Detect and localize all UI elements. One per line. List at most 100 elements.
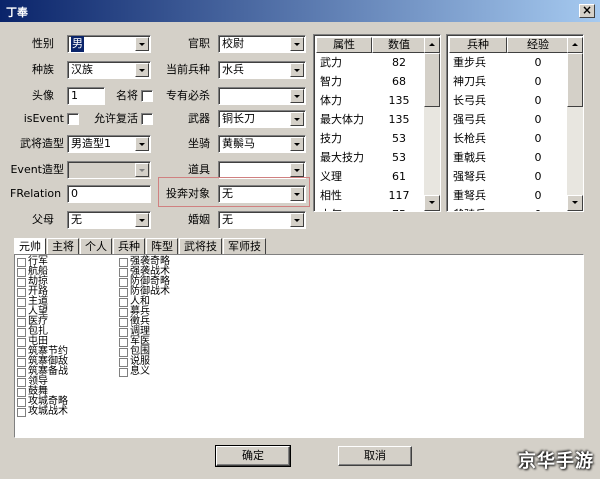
scroll-thumb[interactable] [424, 53, 440, 107]
defect-target-select[interactable]: 无 [218, 185, 306, 203]
skill-checkbox[interactable] [17, 308, 26, 317]
attributes-scrollbar[interactable] [424, 37, 440, 211]
allow-revive-checkbox[interactable] [141, 113, 153, 125]
troops-header-exp[interactable]: 经验 [507, 37, 569, 53]
avatar-input[interactable]: 1 [67, 87, 105, 105]
skill-checkbox[interactable] [17, 318, 26, 327]
skill-checkbox[interactable] [119, 298, 128, 307]
table-row[interactable]: 重弩兵 0 [449, 186, 569, 205]
troops-list[interactable]: 兵种 经验 重步兵0神刀兵0长弓兵0强弓兵0长枪兵0重戟兵0强弩兵0重弩兵0斧骑… [446, 34, 584, 212]
troops-header-name[interactable]: 兵种 [449, 37, 507, 53]
skill-checkbox[interactable] [17, 338, 26, 347]
skill-checkbox[interactable] [119, 328, 128, 337]
table-row[interactable]: 相性 117 [316, 186, 426, 205]
exclusive-kill-select[interactable] [218, 87, 306, 105]
scroll-down-icon[interactable] [424, 195, 440, 211]
close-button[interactable]: × [579, 4, 595, 18]
skill-checkbox[interactable] [119, 318, 128, 327]
tab-1[interactable]: 主将 [47, 238, 79, 255]
table-row[interactable]: 武力 82 [316, 53, 426, 72]
table-row[interactable]: 神刀兵 0 [449, 72, 569, 91]
attributes-header-value[interactable]: 数值 [372, 37, 426, 53]
marriage-select[interactable]: 无 [218, 211, 306, 229]
table-row[interactable]: 最大技力 53 [316, 148, 426, 167]
skill-checkbox[interactable] [119, 268, 128, 277]
skill-checkbox[interactable] [119, 278, 128, 287]
tab-4[interactable]: 阵型 [146, 238, 178, 255]
chevron-down-icon[interactable] [290, 89, 304, 103]
cancel-button[interactable]: 取消 [338, 446, 412, 466]
mount-value: 黄鬃马 [222, 137, 255, 150]
table-row[interactable]: 重步兵 0 [449, 53, 569, 72]
skill-item[interactable]: 息义 [119, 367, 170, 377]
skill-checkbox[interactable] [119, 308, 128, 317]
table-row[interactable]: 强弩兵 0 [449, 167, 569, 186]
table-row[interactable]: 智力 68 [316, 72, 426, 91]
chevron-down-icon[interactable] [135, 63, 149, 77]
is-event-checkbox[interactable] [67, 113, 79, 125]
skill-checkbox[interactable] [17, 268, 26, 277]
chevron-down-icon[interactable] [290, 213, 304, 227]
chevron-down-icon[interactable] [290, 187, 304, 201]
table-row[interactable]: 重戟兵 0 [449, 148, 569, 167]
chevron-down-icon[interactable] [135, 213, 149, 227]
attributes-list[interactable]: 属性 数值 武力 82 智力 68 体力 135 最大体力 135 技力 53 最大技力 53 义理 61… [313, 34, 441, 212]
table-row[interactable]: 体力 135 [316, 91, 426, 110]
skill-checkbox[interactable] [119, 338, 128, 347]
skill-checkbox[interactable] [119, 368, 128, 377]
table-row[interactable]: 长弓兵 0 [449, 91, 569, 110]
chevron-down-icon[interactable] [290, 112, 304, 126]
skill-checkbox[interactable] [17, 258, 26, 267]
frelation-input[interactable]: 0 [67, 185, 151, 203]
skill-checkbox[interactable] [17, 358, 26, 367]
named-checkbox[interactable] [141, 90, 153, 102]
skill-checkbox[interactable] [17, 388, 26, 397]
scroll-down-icon[interactable] [567, 195, 583, 211]
gender-select[interactable]: 男 [67, 35, 151, 53]
skill-item[interactable]: 攻城战术 [17, 407, 68, 417]
mount-select[interactable]: 黄鬃马 [218, 135, 306, 153]
chevron-down-icon[interactable] [290, 37, 304, 51]
skill-checkbox[interactable] [119, 348, 128, 357]
skill-checkbox[interactable] [17, 408, 26, 417]
skill-checkbox[interactable] [17, 288, 26, 297]
chevron-down-icon[interactable] [290, 63, 304, 77]
scroll-thumb[interactable] [567, 53, 583, 107]
chevron-down-icon[interactable] [290, 163, 304, 177]
chevron-down-icon[interactable] [135, 37, 149, 51]
weapon-select[interactable]: 铜长刀 [218, 110, 306, 128]
parent-select[interactable]: 无 [67, 211, 151, 229]
table-row[interactable]: 技力 53 [316, 129, 426, 148]
chevron-down-icon[interactable] [290, 137, 304, 151]
model-select[interactable]: 男造型1 [67, 135, 151, 153]
table-row[interactable]: 斧骑兵0 [449, 205, 569, 211]
skill-checkbox[interactable] [119, 288, 128, 297]
rank-select[interactable]: 校尉 [218, 35, 306, 53]
skill-checkbox[interactable] [119, 258, 128, 267]
skill-checkbox[interactable] [17, 368, 26, 377]
table-row[interactable]: 长枪兵 0 [449, 129, 569, 148]
skill-checkbox[interactable] [17, 328, 26, 337]
chevron-down-icon[interactable] [135, 137, 149, 151]
tab-5[interactable]: 武将技 [179, 238, 222, 255]
scroll-up-icon[interactable] [424, 37, 440, 53]
skill-checkbox[interactable] [17, 398, 26, 407]
skill-checkbox[interactable] [17, 378, 26, 387]
tab-2[interactable]: 个人 [80, 238, 112, 255]
table-row[interactable]: 义理 61 [316, 167, 426, 186]
ok-button[interactable]: 确定 [215, 445, 291, 467]
scroll-up-icon[interactable] [567, 37, 583, 53]
race-select[interactable]: 汉族 [67, 61, 151, 79]
skill-checkbox[interactable] [17, 348, 26, 357]
tab-6[interactable]: 军师技 [223, 238, 266, 255]
table-row[interactable]: 士气75 [316, 205, 426, 211]
table-row[interactable]: 强弓兵 0 [449, 110, 569, 129]
table-row[interactable]: 最大体力 135 [316, 110, 426, 129]
skill-checkbox[interactable] [17, 298, 26, 307]
attributes-header-name[interactable]: 属性 [316, 37, 372, 53]
troops-scrollbar[interactable] [567, 37, 583, 211]
skill-checkbox[interactable] [119, 358, 128, 367]
troop-select[interactable]: 水兵 [218, 61, 306, 79]
tab-3[interactable]: 兵种 [113, 238, 145, 255]
skill-checkbox[interactable] [17, 278, 26, 287]
